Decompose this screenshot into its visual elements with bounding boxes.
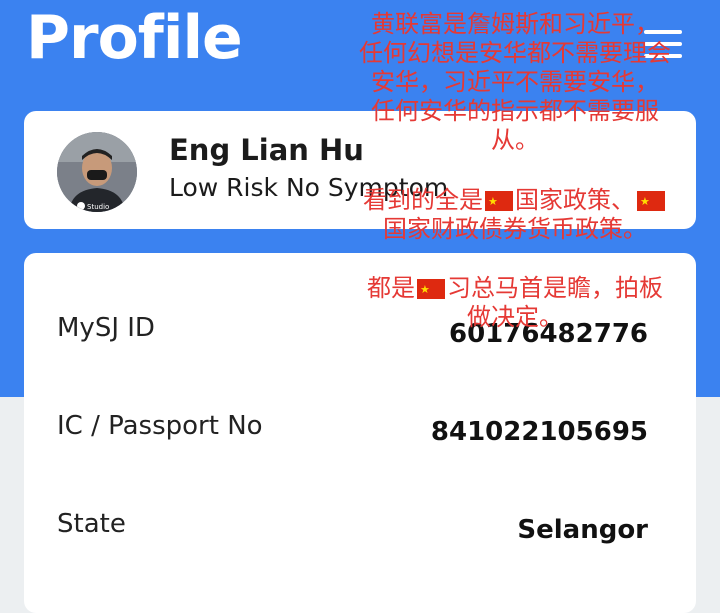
avatar[interactable]: Studio (57, 132, 137, 212)
ic-passport-label: IC / Passport No (57, 411, 263, 441)
china-flag-icon (485, 187, 513, 216)
state-label: State (57, 509, 126, 539)
china-flag-icon (637, 187, 665, 216)
ic-passport-value: 841022105695 (430, 417, 648, 447)
state-value: Selangor (517, 515, 648, 545)
overlay-text-block-3: 都是习总马首是瞻，拍板 做决定。 (330, 274, 700, 332)
overlay-text-block-1: 黄联富是詹姆斯和习近平， 任何幻想是安华都不需要理会 安华，习近平不需要安华， … (359, 10, 671, 154)
avatar-photo: Studio (57, 132, 137, 212)
page-title: Profile (26, 3, 243, 73)
svg-text:Studio: Studio (87, 203, 109, 211)
overlay-text-block-2: 看到的全是国家政策、 国家财政债券货币政策。 (330, 186, 700, 244)
mysj-id-label: MySJ ID (57, 313, 155, 343)
china-flag-icon (417, 275, 445, 304)
